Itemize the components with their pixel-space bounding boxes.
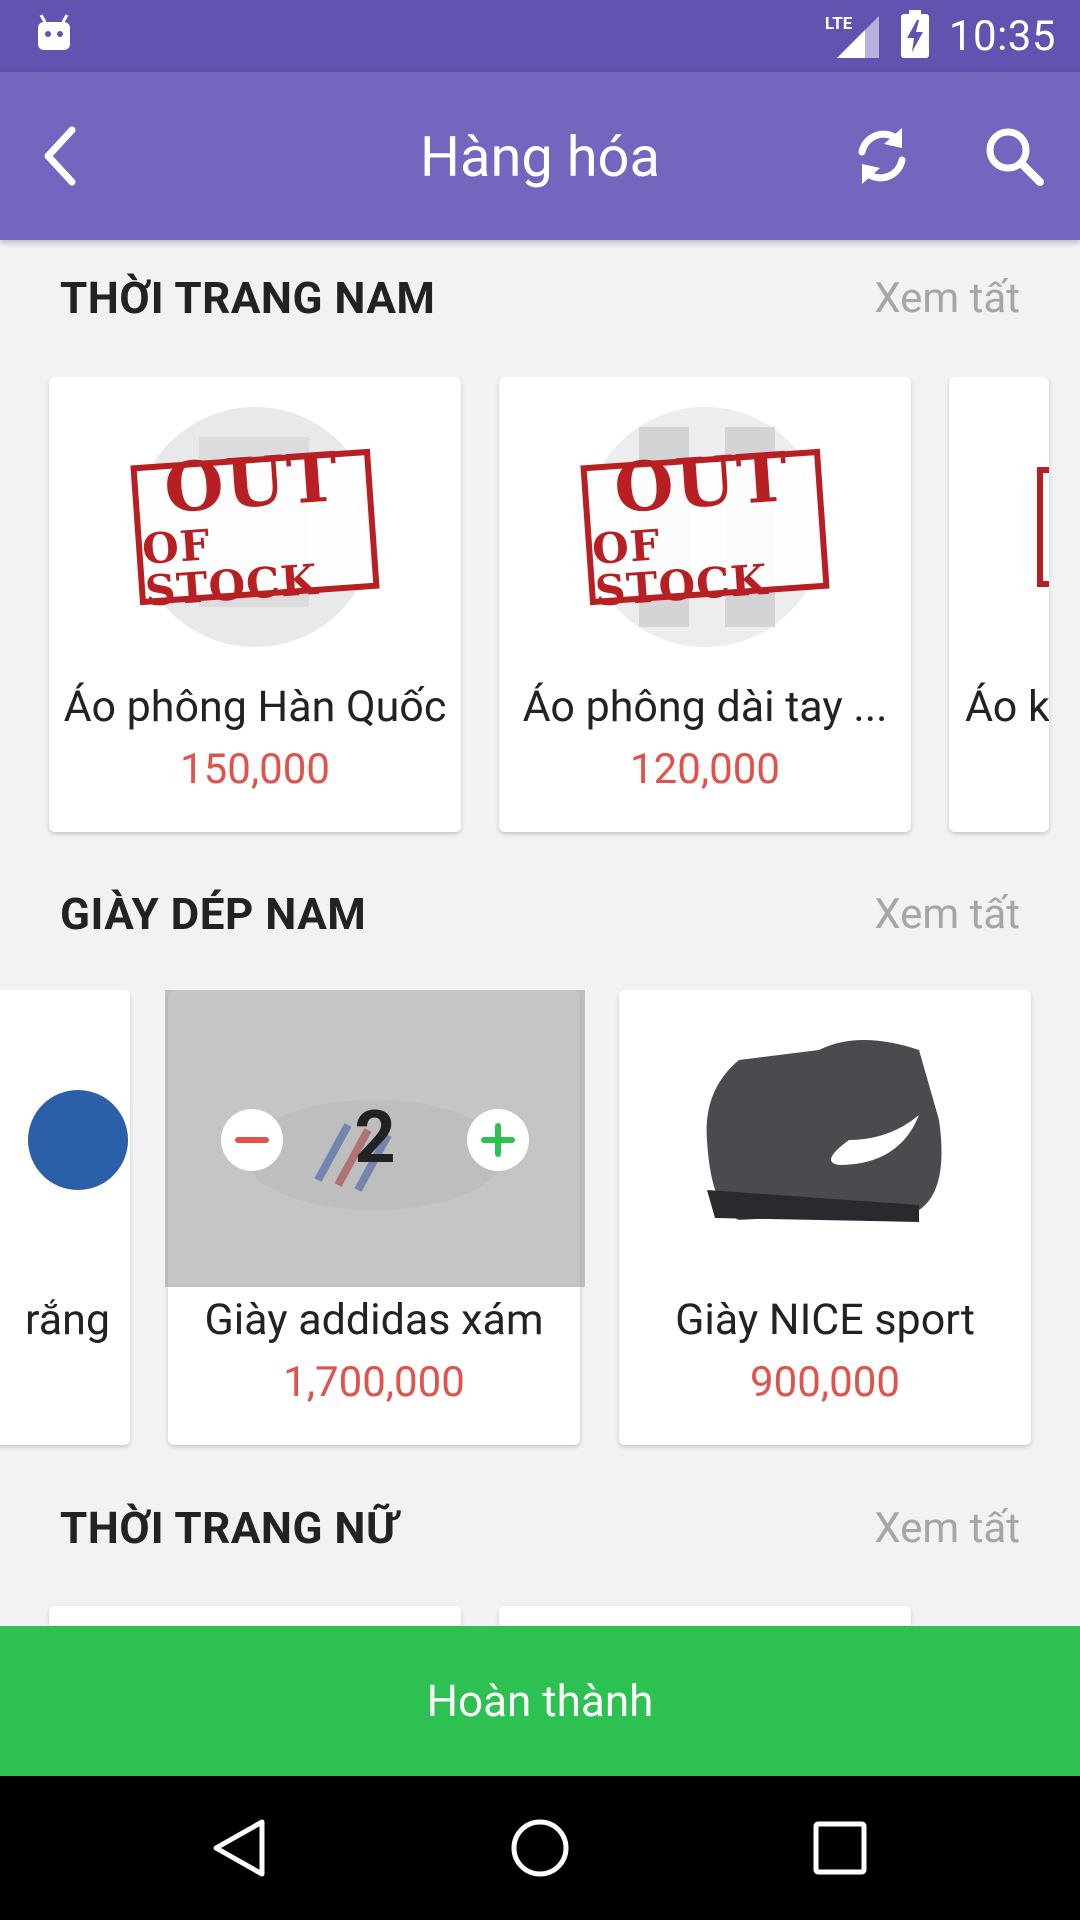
nav-recents-button[interactable] [808,1816,872,1880]
increase-button[interactable] [467,1109,529,1171]
app-bar: Hàng hóa [0,72,1080,240]
product-price: 150,000 [180,745,330,794]
nav-home-button[interactable] [508,1816,572,1880]
section-title-men-shoes: GIÀY DÉP NAM [60,888,367,940]
plus-icon [481,1123,515,1157]
search-button[interactable] [982,124,1046,188]
quantity-overlay: 2 [165,990,585,1287]
nav-recents-icon [813,1821,867,1875]
product-price: 120,000 [630,745,780,794]
product-name: rắng [24,1295,110,1345]
android-notification-icon [36,12,72,56]
product-image [949,377,1049,677]
product-card[interactable]: Giày NICE sport 900,000 [619,990,1031,1445]
finish-button[interactable]: Hoàn thành [0,1626,1080,1776]
product-image [619,990,1031,1290]
product-card[interactable]: OUT OF STOCK Áo phông dài tay ... 120,00… [499,377,911,832]
product-name: Giày NICE sport [675,1295,975,1345]
battery-charging-icon [900,10,929,62]
refresh-icon [858,128,906,184]
see-all-men-fashion[interactable]: Xem tất [874,274,1020,323]
nav-back-button[interactable] [208,1816,272,1880]
product-name: Áo k [965,682,1049,732]
out-of-stock-badge: OUT OF STOCK [580,437,830,616]
product-image: OUT OF STOCK [499,377,911,677]
product-card-partial[interactable]: Áo k [949,377,1049,832]
see-all-men-shoes[interactable]: Xem tất [874,890,1020,939]
product-image [0,990,130,1290]
product-card-partial[interactable]: rắng [0,990,130,1445]
page-title: Hàng hóa [420,124,660,190]
system-nav-bar [0,1776,1080,1920]
refresh-button[interactable] [850,124,914,188]
product-image: OUT OF STOCK [49,377,461,677]
nav-home-icon [511,1819,569,1877]
section-title-women-fashion: THỜI TRANG NỮ [60,1502,398,1554]
product-name: Áo phông dài tay ... [522,682,888,732]
lte-signal-icon: LTE [825,12,881,60]
product-row-men-shoes[interactable]: rắng Giày addidas xám 1,700,000 Giày NIC… [0,990,1080,1460]
product-name: Áo phông Hàn Quốc [63,682,447,732]
product-price: 1,700,000 [283,1358,465,1407]
out-of-stock-badge: OUT OF STOCK [130,437,380,616]
product-card[interactable]: OUT OF STOCK Áo phông Hàn Quốc 150,000 [49,377,461,832]
lte-label: LTE [824,14,853,34]
product-price: 900,000 [750,1358,900,1407]
section-title-men-fashion: THỜI TRANG NAM [60,272,436,324]
clock: 10:35 [948,11,1056,61]
nav-back-icon [213,1819,265,1877]
search-icon [986,128,1044,186]
product-name: Giày addidas xám [204,1295,544,1345]
product-row-men-fashion[interactable]: OUT OF STOCK Áo phông Hàn Quốc 150,000 O… [0,377,1080,847]
see-all-women-fashion[interactable]: Xem tất [874,1504,1020,1553]
status-bar: LTE 10:35 [0,0,1080,72]
